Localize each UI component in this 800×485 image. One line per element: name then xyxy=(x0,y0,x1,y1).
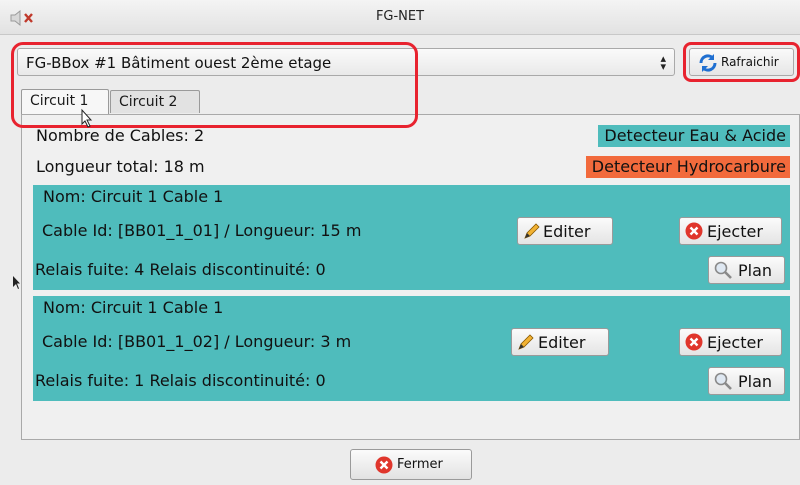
red-x-circle-icon xyxy=(685,333,703,351)
refresh-icon xyxy=(699,54,717,72)
window-titlebar: FG-NET xyxy=(0,0,800,35)
pencil-icon xyxy=(518,334,534,350)
plan-button-label: Plan xyxy=(738,372,773,391)
plan-button-label: Plan xyxy=(738,261,773,280)
eject-button-label: Ejecter xyxy=(707,333,763,352)
legend-water-acid: Detecteur Eau & Acide xyxy=(598,125,790,147)
refresh-button-label: Rafraichir xyxy=(721,55,779,69)
tab-label: Circuit 2 xyxy=(119,94,178,110)
updown-arrow-icon: ▴ ▾ xyxy=(660,52,666,73)
window-title: FG-NET xyxy=(375,9,425,24)
pencil-icon xyxy=(524,223,540,239)
cable-name: Nom: Circuit 1 Cable 1 xyxy=(43,298,224,317)
magnifier-icon xyxy=(714,261,732,279)
cable-id-length: Cable Id: [BB01_1_02] / Longueur: 3 m xyxy=(42,332,352,351)
tab-label: Circuit 1 xyxy=(30,93,89,109)
total-length: Longueur total: 18 m xyxy=(36,157,205,176)
eject-button[interactable]: Ejecter xyxy=(679,328,782,356)
edit-button-label: Editer xyxy=(538,333,586,352)
cable-id-length: Cable Id: [BB01_1_01] / Longueur: 15 m xyxy=(42,221,362,240)
bbox-selector[interactable]: FG-BBox #1 Bâtiment ouest 2ème etage ▴ ▾ xyxy=(17,48,675,76)
cable-relays: Relais fuite: 4 Relais discontinuité: 0 xyxy=(35,260,326,279)
red-x-circle-icon xyxy=(375,456,393,474)
close-button-label: Fermer xyxy=(397,457,443,472)
refresh-button[interactable]: Rafraichir xyxy=(689,48,794,76)
cable-relays: Relais fuite: 1 Relais discontinuité: 0 xyxy=(35,371,326,390)
pointer-cursor-icon xyxy=(81,108,93,128)
eject-button-label: Ejecter xyxy=(707,222,763,241)
tab-circuit-2[interactable]: Circuit 2 xyxy=(110,90,200,113)
edit-button-label: Editer xyxy=(543,222,591,241)
red-x-circle-icon xyxy=(685,222,703,240)
cable-card: Nom: Circuit 1 Cable 1 Cable Id: [BB01_1… xyxy=(33,296,790,401)
cable-card: Nom: Circuit 1 Cable 1 Cable Id: [BB01_1… xyxy=(33,185,790,290)
plan-button[interactable]: Plan xyxy=(708,256,785,284)
close-button[interactable]: Fermer xyxy=(350,449,472,480)
cable-name: Nom: Circuit 1 Cable 1 xyxy=(43,187,224,206)
edit-button[interactable]: Editer xyxy=(517,217,613,245)
eject-button[interactable]: Ejecter xyxy=(679,217,782,245)
legend-hydrocarbon: Detecteur Hydrocarbure xyxy=(585,156,790,178)
bbox-selector-value: FG-BBox #1 Bâtiment ouest 2ème etage xyxy=(26,54,332,72)
pointer-cursor-icon xyxy=(13,276,20,289)
edit-button[interactable]: Editer xyxy=(511,328,609,356)
plan-button[interactable]: Plan xyxy=(708,367,785,395)
magnifier-icon xyxy=(714,372,732,390)
cable-count: Nombre de Cables: 2 xyxy=(36,126,205,145)
